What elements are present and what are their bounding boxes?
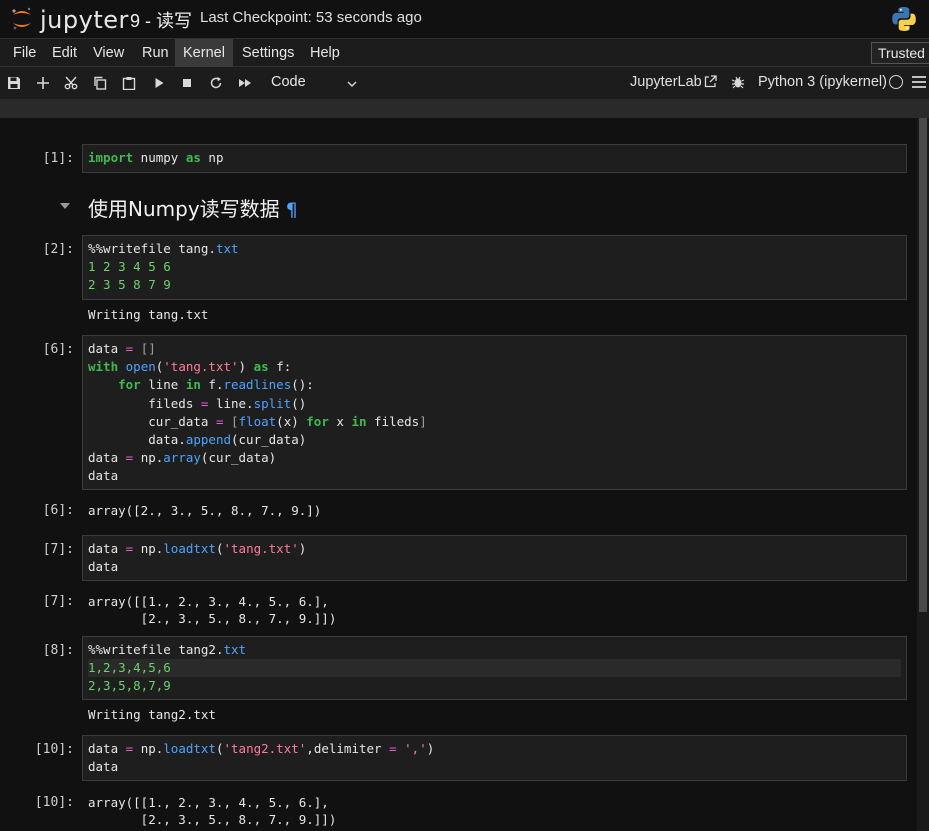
menu-edit[interactable]: Edit <box>44 39 85 67</box>
run-icon <box>155 78 164 88</box>
jupyter-logo-text: jupyter <box>40 6 129 34</box>
open-jupyterlab-link[interactable]: JupyterLab <box>630 74 702 90</box>
menu-kernel[interactable]: Kernel <box>175 39 233 67</box>
output-prompt: [7]: <box>42 594 74 609</box>
menu-run[interactable]: Run <box>134 39 177 67</box>
restart-icon <box>210 77 222 89</box>
cell-output-line: [2., 3., 5., 8., 7., 9.]]) <box>88 611 337 626</box>
input-prompt: [2]: <box>42 242 74 257</box>
cut-icon <box>64 76 78 90</box>
copy-button[interactable] <box>90 73 110 93</box>
restart-button[interactable] <box>206 73 226 93</box>
cell-output: Writing tang.txt <box>88 307 209 322</box>
code-cell-input[interactable]: import numpy as np <box>82 144 907 173</box>
markdown-heading: 使用Numpy读写数据 ¶ <box>88 197 298 221</box>
menubar: File Edit View Run Kernel Settings Help … <box>0 38 929 67</box>
external-link-icon[interactable] <box>704 75 717 88</box>
cell-output: array([2., 3., 5., 8., 7., 9.]) <box>88 503 322 518</box>
add-icon <box>37 77 49 89</box>
cut-button[interactable] <box>61 73 81 93</box>
scrollbar-thumb[interactable] <box>919 118 927 612</box>
input-prompt: [8]: <box>42 643 74 658</box>
cell-output: Writing tang2.txt <box>88 707 216 722</box>
kernel-status-icon <box>889 75 903 89</box>
code-cell-input[interactable]: data = np.loadtxt('tang.txt') data <box>82 535 907 581</box>
notebook-panel[interactable]: [1]: import numpy as np 使用Numpy读写数据 ¶ [2]… <box>0 118 917 831</box>
heading-anchor-link[interactable]: ¶ <box>286 199 298 221</box>
cell-type-select[interactable]: Code <box>271 74 306 90</box>
cell-output-line: array([[1., 2., 3., 4., 5., 6.], <box>88 594 329 609</box>
fast-forward-icon <box>239 79 251 87</box>
code-cell-input[interactable]: %%writefile tang2.txt 1,2,3,4,5,6 2,3,5,8… <box>82 636 907 700</box>
restart-run-all-button[interactable] <box>235 73 255 93</box>
menu-help[interactable]: Help <box>302 39 348 67</box>
collapse-caret-icon[interactable] <box>60 203 70 209</box>
cell-output-line: [2., 3., 5., 8., 7., 9.]]) <box>88 812 337 827</box>
cell-output-line: array([[1., 2., 3., 4., 5., 6.], <box>88 795 329 810</box>
input-prompt: [1]: <box>42 151 74 166</box>
notebook-title[interactable]: 9 - 读写 <box>130 7 192 33</box>
checkpoint-status: Last Checkpoint: 53 seconds ago <box>200 9 422 26</box>
stop-button[interactable] <box>177 73 197 93</box>
code-cell-input[interactable]: data = np.loadtxt('tang2.txt',delimiter … <box>82 735 907 781</box>
jupyter-logo[interactable]: jupyter <box>10 6 128 34</box>
menu-view[interactable]: View <box>85 39 132 67</box>
menu-settings[interactable]: Settings <box>234 39 302 67</box>
code-cell-input[interactable]: data = [] with open('tang.txt') as f: fo… <box>82 335 907 490</box>
input-prompt: [6]: <box>42 342 74 357</box>
input-prompt: [10]: <box>34 742 74 757</box>
insert-cell-button[interactable] <box>33 73 53 93</box>
stop-icon <box>183 79 191 87</box>
output-prompt: [6]: <box>42 503 74 518</box>
paste-button[interactable] <box>119 73 139 93</box>
trusted-badge[interactable]: Trusted <box>871 42 929 64</box>
top-header: jupyter 9 - 读写 Last Checkpoint: 53 secon… <box>0 0 929 38</box>
python-logo-icon <box>892 7 916 31</box>
menu-icon[interactable] <box>912 76 926 88</box>
jupyter-logo-icon <box>12 7 31 30</box>
save-icon <box>8 77 20 89</box>
input-prompt: [7]: <box>42 542 74 557</box>
kernel-name[interactable]: Python 3 (ipykernel) <box>758 74 887 90</box>
toolbar-divider <box>0 100 929 118</box>
run-button[interactable] <box>149 73 169 93</box>
notebook-toolbar: Code JupyterLab Python 3 (ipykernel) <box>0 67 929 100</box>
code-cell-input[interactable]: %%writefile tang.txt 1 2 3 4 5 6 2 3 5 8… <box>82 235 907 300</box>
debugger-bug-icon[interactable] <box>731 75 745 89</box>
chevron-down-icon[interactable] <box>346 78 358 90</box>
copy-icon <box>94 76 107 90</box>
save-button[interactable] <box>4 73 24 93</box>
paste-icon <box>122 77 136 90</box>
output-prompt: [10]: <box>34 795 74 810</box>
menu-file[interactable]: File <box>5 39 44 67</box>
